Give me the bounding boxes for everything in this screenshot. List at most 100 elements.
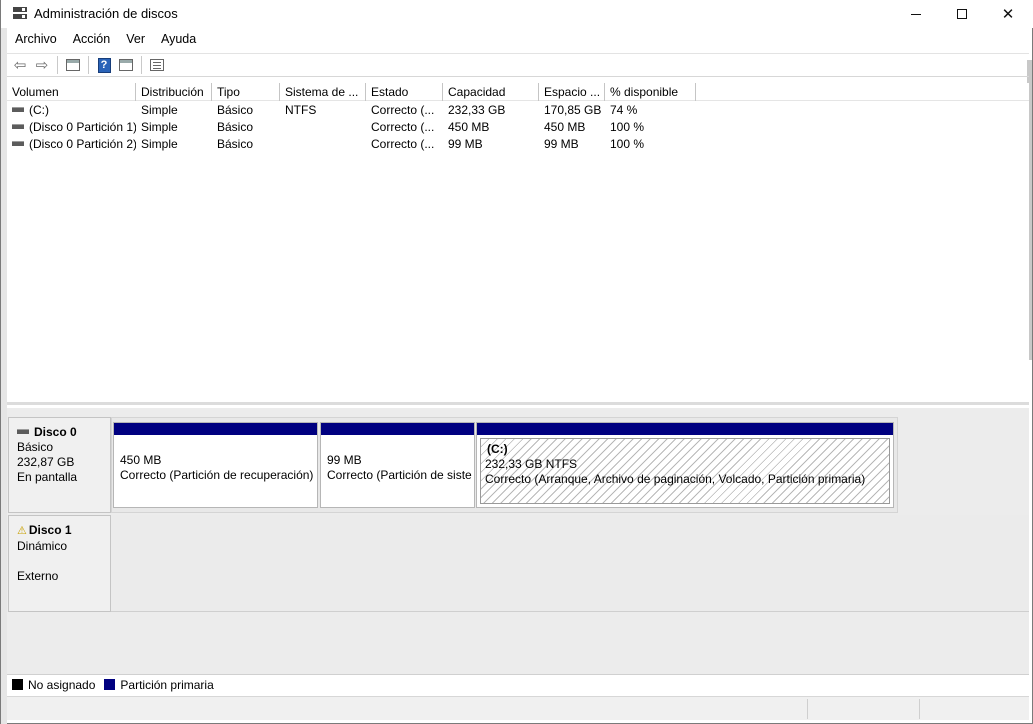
- cell-espacio: 450 MB: [544, 120, 586, 134]
- disk-1-name: ⚠ Disco 1: [17, 523, 72, 537]
- details-view-icon: [119, 59, 133, 71]
- disk-0-type: Básico: [17, 440, 54, 454]
- cell-disponible: 100 %: [610, 120, 645, 134]
- volume-icon: [12, 124, 24, 130]
- help-button[interactable]: ?: [93, 55, 115, 75]
- forward-arrow-icon: ⇨: [35, 56, 49, 74]
- volume-name: (C:): [29, 103, 49, 117]
- disk-0-status: En pantalla: [17, 470, 78, 484]
- status-separator: [919, 699, 920, 719]
- partition-color-bar: [114, 423, 317, 435]
- partition-size: 450 MB: [120, 453, 162, 467]
- back-arrow-icon: ⇦: [13, 56, 27, 74]
- cell-sistema: NTFS: [285, 103, 317, 117]
- volume-name: (Disco 0 Partición 2): [29, 137, 136, 151]
- volume-list[interactable]: Volumen Distribución Tipo Sistema de ...…: [7, 83, 1029, 405]
- cell-espacio: 170,85 GB: [544, 103, 602, 117]
- disk-1-type: Dinámico: [17, 539, 68, 553]
- disk-1-status: Externo: [17, 569, 59, 583]
- cell-disponible: 74 %: [610, 103, 638, 117]
- partition-status: Correcto (Partición de recuperación): [120, 468, 314, 482]
- cell-estado: Correcto (...: [371, 120, 435, 134]
- table-row[interactable]: (C:) Simple Básico NTFS Correcto (... 23…: [7, 102, 696, 119]
- cell-volumen: (C:): [7, 102, 136, 119]
- partition-size: 99 MB: [327, 453, 362, 467]
- window-title: Administración de discos: [34, 6, 178, 21]
- status-bar: [7, 696, 1029, 720]
- toolbar-separator: [57, 56, 58, 74]
- legend: No asignado Partición primaria: [7, 674, 1029, 694]
- disk-0-partitions: 450 MB Correcto (Partición de recuperaci…: [111, 417, 898, 513]
- cell-tipo: Básico: [217, 120, 254, 134]
- toolbar-separator: [88, 56, 89, 74]
- maximize-button[interactable]: [939, 0, 985, 28]
- toolbar: ⇦ ⇨ ?: [7, 53, 1029, 77]
- column-header-volumen[interactable]: Volumen: [7, 83, 136, 101]
- legend-item-unallocated: No asignado: [12, 678, 95, 692]
- disk-0-size: 232,87 GB: [17, 455, 75, 469]
- partition-recovery[interactable]: 450 MB Correcto (Partición de recuperaci…: [113, 422, 318, 508]
- cell-estado: Correcto (...: [371, 137, 435, 151]
- forward-button[interactable]: ⇨: [31, 55, 53, 75]
- cell-capacidad: 450 MB: [448, 120, 490, 134]
- cell-distribucion: Simple: [141, 120, 178, 134]
- menu-bar: Archivo Acción Ver Ayuda: [7, 30, 204, 50]
- warning-icon: ⚠: [17, 525, 27, 537]
- disk-graphical-view: Disco 0 Básico 232,87 GB En pantalla 450…: [7, 408, 1029, 674]
- disk-1-area: [111, 515, 1029, 612]
- column-header-estado[interactable]: Estado: [366, 83, 443, 101]
- partition-c-drive[interactable]: (C:) 232,33 GB NTFS Correcto (Arranque, …: [476, 422, 894, 508]
- legend-swatch-black: [12, 679, 23, 690]
- disk-0-label[interactable]: Disco 0 Básico 232,87 GB En pantalla: [8, 417, 111, 513]
- column-header-sistema[interactable]: Sistema de ...: [280, 83, 366, 101]
- legend-swatch-blue: [104, 679, 116, 690]
- column-header-distribucion[interactable]: Distribución: [136, 83, 212, 101]
- menu-archivo[interactable]: Archivo: [7, 30, 65, 50]
- legend-item-primary: Partición primaria: [104, 678, 214, 692]
- partition-status: Correcto (Arranque, Archivo de paginació…: [485, 472, 866, 486]
- disk-0-name: Disco 0: [17, 425, 102, 440]
- cell-sistema: [280, 119, 366, 136]
- back-button[interactable]: ⇦: [9, 55, 31, 75]
- volume-icon: [12, 107, 24, 113]
- partition-status: Correcto (Partición de siste: [327, 468, 472, 482]
- disk-1-label[interactable]: ⚠ Disco 1 Dinámico Externo: [8, 515, 111, 612]
- app-window: Administración de discos ✕ Archivo Acció…: [0, 0, 1033, 724]
- details-view-button[interactable]: [115, 55, 137, 75]
- volume-icon: [12, 141, 24, 147]
- properties-button[interactable]: [146, 55, 168, 75]
- status-separator: [807, 699, 808, 719]
- title-bar: Administración de discos ✕: [1, 0, 1033, 28]
- column-header-disponible[interactable]: % disponible: [605, 83, 696, 101]
- console-tree-icon: [66, 59, 80, 71]
- list-header: Volumen Distribución Tipo Sistema de ...…: [7, 83, 1029, 101]
- table-row[interactable]: (Disco 0 Partición 2) Simple Básico Corr…: [7, 136, 696, 153]
- menu-ayuda[interactable]: Ayuda: [153, 30, 204, 50]
- table-row[interactable]: (Disco 0 Partición 1) Simple Básico Corr…: [7, 119, 696, 136]
- console-tree-button[interactable]: [62, 55, 84, 75]
- toolbar-separator: [141, 56, 142, 74]
- menu-ver[interactable]: Ver: [118, 30, 153, 50]
- cell-espacio: 99 MB: [544, 137, 579, 151]
- cell-capacidad: 232,33 GB: [448, 103, 506, 117]
- close-button[interactable]: ✕: [985, 0, 1031, 28]
- partition-color-bar: [321, 423, 474, 435]
- disk-icon: [17, 429, 29, 435]
- minimize-button[interactable]: [893, 0, 939, 28]
- cell-distribucion: Simple: [141, 137, 178, 151]
- cell-capacidad: 99 MB: [448, 137, 483, 151]
- cell-tipo: Básico: [217, 103, 254, 117]
- help-icon: ?: [97, 57, 111, 73]
- partition-color-bar: [477, 423, 893, 435]
- maximize-icon: [957, 9, 967, 19]
- column-header-capacidad[interactable]: Capacidad: [443, 83, 539, 101]
- menu-accion[interactable]: Acción: [65, 30, 119, 50]
- cell-estado: Correcto (...: [371, 103, 435, 117]
- cell-disponible: 100 %: [610, 137, 645, 151]
- cell-distribucion: Simple: [141, 103, 178, 117]
- partition-system[interactable]: 99 MB Correcto (Partición de siste: [320, 422, 475, 508]
- column-header-espacio[interactable]: Espacio ...: [539, 83, 605, 101]
- cell-sistema: [280, 136, 366, 153]
- column-header-tipo[interactable]: Tipo: [212, 83, 280, 101]
